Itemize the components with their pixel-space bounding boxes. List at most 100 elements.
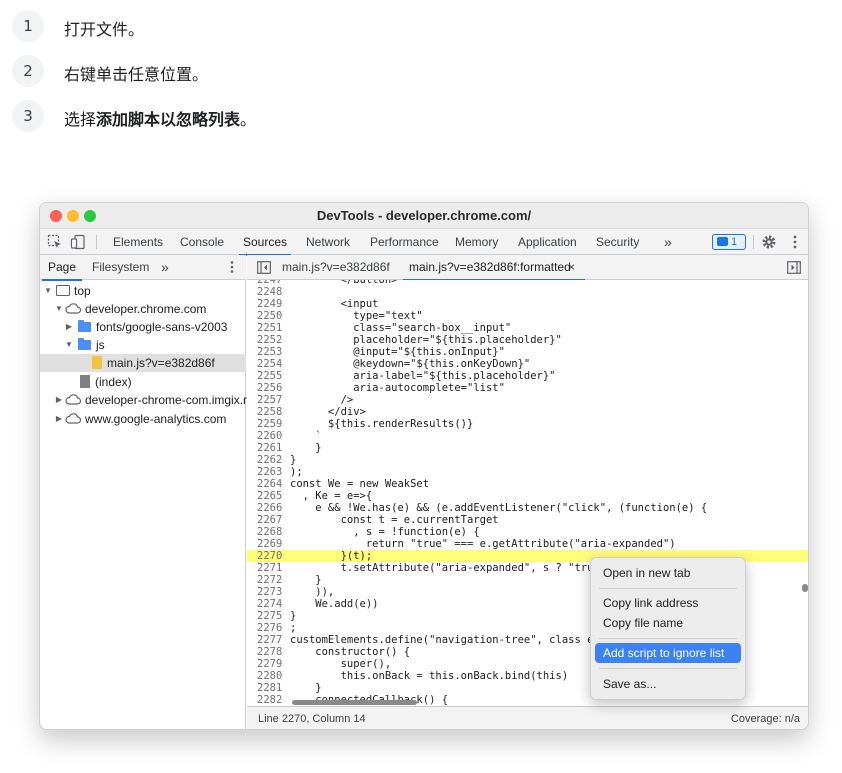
line-number[interactable]: 2265: [257, 490, 282, 502]
expand-arrow-icon[interactable]: ▶: [64, 318, 74, 336]
line-number[interactable]: 2280: [257, 670, 282, 682]
kebab-icon[interactable]: [226, 260, 238, 274]
line-number[interactable]: 2247: [257, 280, 282, 286]
line-number[interactable]: 2262: [257, 454, 282, 466]
line-number[interactable]: 2277: [257, 634, 282, 646]
line-number[interactable]: 2271: [257, 562, 282, 574]
line-number[interactable]: 2252: [257, 334, 282, 346]
tree-item-google-analytics[interactable]: ▶ www.google-analytics.com: [40, 410, 246, 428]
line-number[interactable]: 2263: [257, 466, 282, 478]
device-toolbar-icon[interactable]: [70, 234, 86, 250]
tab-memory[interactable]: Memory: [455, 229, 498, 255]
code-line[interactable]: 2248: [247, 286, 808, 298]
code-line[interactable]: 2264 const We = new WeakSet: [247, 478, 808, 490]
code-line[interactable]: 2252 placeholder="${this.placeholder}": [247, 334, 808, 346]
expand-arrow-icon[interactable]: ▼: [54, 300, 64, 318]
code-line[interactable]: 2262}: [247, 454, 808, 466]
code-line[interactable]: 2255 aria-label="${this.placeholder}": [247, 370, 808, 382]
toggle-debugger-icon[interactable]: [787, 261, 801, 274]
close-tab-icon[interactable]: ×: [568, 260, 575, 274]
menu-item-copy-link-address[interactable]: Copy link address: [595, 593, 741, 613]
line-number[interactable]: 2258: [257, 406, 282, 418]
line-number[interactable]: 2282: [257, 694, 282, 706]
tab-network[interactable]: Network: [306, 229, 350, 255]
line-number[interactable]: 2259: [257, 418, 282, 430]
tree-item-index[interactable]: (index): [40, 373, 246, 391]
line-number[interactable]: 2248: [257, 286, 282, 298]
code-line[interactable]: 2258 </div>: [247, 406, 808, 418]
tree-item-js[interactable]: ▼ js: [40, 336, 246, 354]
line-number[interactable]: 2250: [257, 310, 282, 322]
more-navigator-tabs-button[interactable]: »: [161, 255, 169, 280]
code-line[interactable]: 2257 />: [247, 394, 808, 406]
code-line[interactable]: 2267 const t = e.currentTarget: [247, 514, 808, 526]
menu-item-open-in-new-tab[interactable]: Open in new tab: [595, 563, 741, 583]
code-line[interactable]: 2268 , s = !function(e) {: [247, 526, 808, 538]
expand-arrow-icon[interactable]: ▶: [54, 410, 64, 428]
code-line[interactable]: 2269 return "true" === e.getAttribute("a…: [247, 538, 808, 550]
inspect-element-icon[interactable]: [47, 234, 63, 250]
code-line[interactable]: 2266 e && !We.has(e) && (e.addEventListe…: [247, 502, 808, 514]
menu-item-copy-file-name[interactable]: Copy file name: [595, 613, 741, 633]
issues-badge[interactable]: 1: [712, 234, 746, 250]
code-line[interactable]: 2260 `: [247, 430, 808, 442]
line-number[interactable]: 2257: [257, 394, 282, 406]
tree-item-developer-chrome-com[interactable]: ▼ developer.chrome.com: [40, 300, 246, 318]
tree-item-main-js[interactable]: main.js?v=e382d86f: [40, 354, 246, 372]
tab-page[interactable]: Page: [41, 255, 83, 281]
code-line[interactable]: 2263);: [247, 466, 808, 478]
tab-security[interactable]: Security: [596, 229, 639, 255]
line-number[interactable]: 2256: [257, 382, 282, 394]
line-number[interactable]: 2279: [257, 658, 282, 670]
tab-performance[interactable]: Performance: [370, 229, 439, 255]
tab-application[interactable]: Application: [518, 229, 577, 255]
code-line[interactable]: 2251 class="search-box__input": [247, 322, 808, 334]
tab-sources[interactable]: Sources: [238, 229, 292, 256]
toggle-navigator-icon[interactable]: [257, 261, 271, 274]
vertical-scrollbar[interactable]: [802, 584, 808, 592]
line-number[interactable]: 2274: [257, 598, 282, 610]
line-number[interactable]: 2276: [257, 622, 282, 634]
line-number[interactable]: 2272: [257, 574, 282, 586]
line-number[interactable]: 2251: [257, 322, 282, 334]
coverage-status[interactable]: Coverage: n/a: [731, 713, 800, 725]
line-number[interactable]: 2264: [257, 478, 282, 490]
code-line[interactable]: 2249 <input: [247, 298, 808, 310]
kebab-icon[interactable]: [787, 234, 803, 250]
tab-elements[interactable]: Elements: [113, 229, 163, 255]
line-number[interactable]: 2278: [257, 646, 282, 658]
line-number[interactable]: 2254: [257, 358, 282, 370]
tab-console[interactable]: Console: [180, 229, 224, 255]
line-number[interactable]: 2281: [257, 682, 282, 694]
tree-item-fonts[interactable]: ▶ fonts/google-sans-v2003: [40, 318, 246, 336]
tab-filesystem[interactable]: Filesystem: [92, 255, 149, 280]
code-line[interactable]: 2261 }: [247, 442, 808, 454]
tree-item-imgix[interactable]: ▶ developer-chrome-com.imgix.net: [40, 391, 260, 409]
code-line[interactable]: 2247 </button>: [247, 280, 808, 286]
line-number[interactable]: 2269: [257, 538, 282, 550]
line-number[interactable]: 2261: [257, 442, 282, 454]
expand-arrow-icon[interactable]: ▼: [43, 282, 53, 300]
line-number[interactable]: 2273: [257, 586, 282, 598]
line-number[interactable]: 2267: [257, 514, 282, 526]
horizontal-scrollbar[interactable]: [292, 700, 417, 705]
code-line[interactable]: 2250 type="text": [247, 310, 808, 322]
more-tabs-button[interactable]: »: [664, 229, 672, 255]
expand-arrow-icon[interactable]: ▶: [54, 391, 64, 409]
code-line[interactable]: 2253 @input="${this.onInput}": [247, 346, 808, 358]
code-line[interactable]: 2256 aria-autocomplete="list": [247, 382, 808, 394]
gear-icon[interactable]: [761, 234, 777, 250]
line-number[interactable]: 2266: [257, 502, 282, 514]
line-number[interactable]: 2253: [257, 346, 282, 358]
line-number[interactable]: 2255: [257, 370, 282, 382]
menu-item-save-as[interactable]: Save as...: [595, 674, 741, 694]
code-line[interactable]: 2259 ${this.renderResults()}: [247, 418, 808, 430]
tree-item-top[interactable]: ▼ top: [40, 282, 246, 300]
line-number[interactable]: 2270: [257, 550, 282, 562]
line-number[interactable]: 2249: [257, 298, 282, 310]
editor-tab-main-js-formatted[interactable]: main.js?v=e382d86f:formatted: [403, 255, 585, 281]
line-number[interactable]: 2268: [257, 526, 282, 538]
menu-item-add-script-to-ignore-list[interactable]: Add script to ignore list: [595, 643, 741, 663]
code-line[interactable]: 2254 @keydown="${this.onKeyDown}": [247, 358, 808, 370]
code-line[interactable]: 2265 , Ke = e=>{: [247, 490, 808, 502]
